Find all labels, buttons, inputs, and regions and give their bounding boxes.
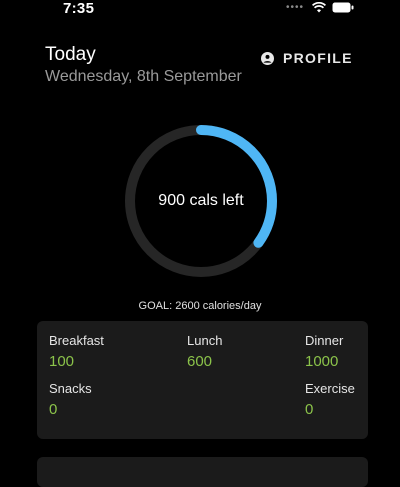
date-subtitle: Wednesday, 8th September — [45, 68, 242, 85]
wifi-icon — [312, 2, 326, 13]
meal-label: Snacks — [49, 381, 92, 396]
calories-left-label: 900 cals left — [158, 192, 244, 209]
meal-lunch[interactable]: Lunch 600 — [187, 333, 222, 370]
meal-exercise[interactable]: Exercise 0 — [305, 381, 355, 418]
meal-value: 0 — [49, 401, 58, 418]
profile-button[interactable]: PROFILE — [261, 50, 353, 66]
battery-icon — [332, 2, 354, 13]
signal-dots-icon: •••• — [285, 2, 304, 13]
meal-value: 600 — [187, 353, 213, 370]
calorie-progress-ring: 900 cals left — [121, 121, 281, 281]
meal-snacks[interactable]: Snacks 0 — [49, 381, 92, 418]
meal-value: 0 — [305, 401, 314, 418]
meals-summary-card: Breakfast 100 Lunch 600 Dinner 1000 Snac… — [37, 321, 368, 439]
meal-label: Breakfast — [49, 333, 104, 348]
meal-label: Exercise — [305, 381, 355, 396]
meal-breakfast[interactable]: Breakfast 100 — [49, 333, 104, 370]
account-circle-icon — [261, 51, 274, 65]
status-time: 7:35 — [63, 0, 95, 17]
goal-text: GOAL: 2600 calories/day — [138, 300, 262, 312]
status-icons: •••• — [286, 2, 354, 13]
meal-value: 1000 — [305, 353, 339, 370]
status-bar: 7:35 •••• — [0, 0, 400, 22]
profile-label: PROFILE — [283, 50, 353, 66]
meal-label: Lunch — [187, 333, 223, 348]
meal-dinner[interactable]: Dinner 1000 — [305, 333, 343, 370]
meal-label: Dinner — [305, 333, 344, 348]
meal-value: 100 — [49, 353, 75, 370]
page-title: Today — [45, 44, 96, 65]
